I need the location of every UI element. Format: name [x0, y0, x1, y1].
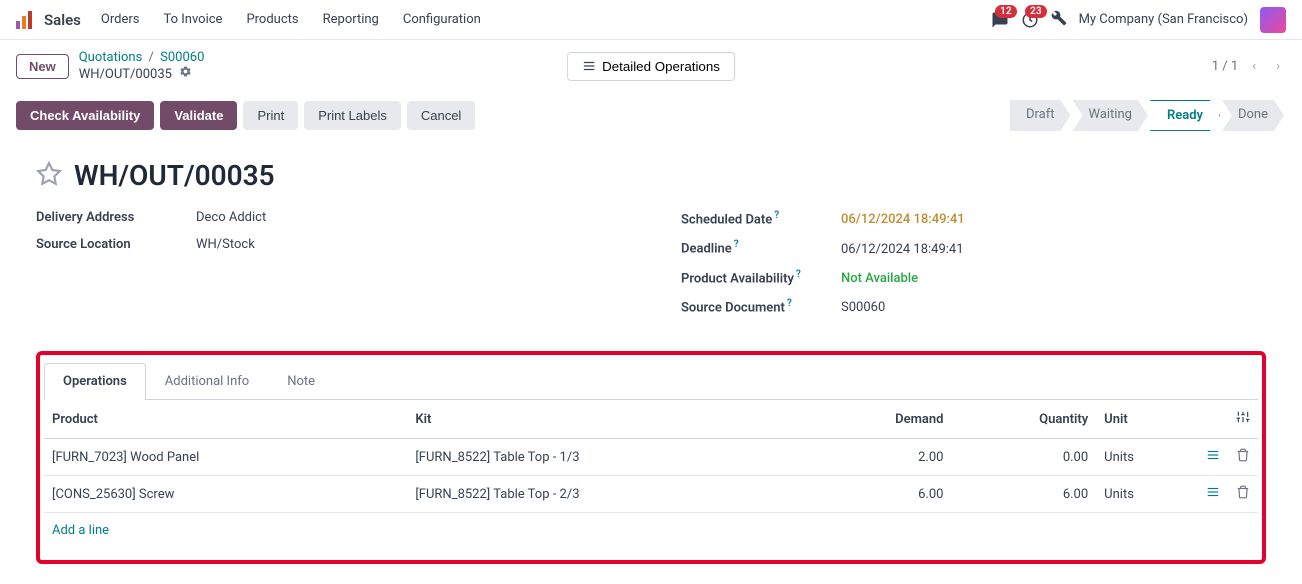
tab-additional-info[interactable]: Additional Info	[146, 363, 268, 399]
app-logo-icon	[16, 10, 36, 30]
detailed-operations-label: Detailed Operations	[602, 59, 720, 74]
tabs: Operations Additional Info Note	[44, 363, 1258, 400]
breadcrumb-sep: /	[149, 50, 154, 65]
status-ready[interactable]: Ready	[1150, 100, 1220, 131]
scheduled-date-value[interactable]: 06/12/2024 18:49:41	[841, 212, 965, 227]
col-unit: Unit	[1096, 400, 1198, 439]
nav-products[interactable]: Products	[246, 12, 298, 27]
tab-note[interactable]: Note	[268, 363, 334, 399]
trash-icon[interactable]	[1236, 488, 1250, 503]
nav-menu: Orders To Invoice Products Reporting Con…	[101, 12, 991, 27]
form-left: Delivery Address Deco Addict Source Loca…	[36, 210, 621, 327]
action-bar: Check Availability Validate Print Print …	[0, 92, 1302, 139]
cell-quantity[interactable]: 6.00	[951, 476, 1096, 513]
cell-kit[interactable]: [FURN_8522] Table Top - 1/3	[407, 439, 808, 476]
list-icon[interactable]	[1206, 488, 1220, 503]
user-avatar[interactable]	[1260, 7, 1286, 33]
topbar: Sales Orders To Invoice Products Reporti…	[0, 0, 1302, 40]
status-draft[interactable]: Draft	[1010, 100, 1071, 131]
pager-prev-icon[interactable]: ‹	[1246, 57, 1262, 76]
header-row: New Quotations / S00060 WH/OUT/00035 Det…	[0, 40, 1302, 92]
col-detail	[1198, 400, 1228, 439]
form-right: Scheduled Date? 06/12/2024 18:49:41 Dead…	[681, 210, 1266, 327]
cell-kit[interactable]: [FURN_8522] Table Top - 2/3	[407, 476, 808, 513]
breadcrumb-order[interactable]: S00060	[160, 50, 204, 65]
star-icon[interactable]	[36, 161, 62, 191]
pager-count: 1 / 1	[1212, 59, 1238, 74]
page-title: WH/OUT/00035	[74, 159, 275, 192]
check-availability-button[interactable]: Check Availability	[16, 101, 154, 130]
print-button[interactable]: Print	[243, 101, 298, 130]
company-selector[interactable]: My Company (San Francisco)	[1079, 12, 1248, 27]
pager: 1 / 1 ‹ ›	[1212, 57, 1286, 76]
delivery-address-value[interactable]: Deco Addict	[196, 210, 266, 225]
source-location-label: Source Location	[36, 237, 196, 252]
operations-panel: Operations Additional Info Note Product …	[36, 351, 1266, 564]
cell-demand[interactable]: 2.00	[808, 439, 951, 476]
availability-label: Product Availability?	[681, 269, 841, 286]
source-location-value[interactable]: WH/Stock	[196, 237, 255, 252]
nav-toinvoice[interactable]: To Invoice	[163, 12, 222, 27]
nav-configuration[interactable]: Configuration	[403, 12, 481, 27]
app-name[interactable]: Sales	[44, 11, 81, 29]
status-waiting[interactable]: Waiting	[1073, 100, 1148, 131]
nav-reporting[interactable]: Reporting	[323, 12, 379, 27]
messages-badge: 12	[995, 5, 1016, 18]
detailed-operations-button[interactable]: Detailed Operations	[567, 52, 735, 81]
validate-button[interactable]: Validate	[160, 101, 237, 130]
deadline-value[interactable]: 06/12/2024 18:49:41	[841, 242, 964, 257]
col-settings[interactable]	[1228, 400, 1258, 439]
cell-unit[interactable]: Units	[1096, 476, 1198, 513]
nav-orders[interactable]: Orders	[101, 12, 140, 27]
source-doc-value[interactable]: S00060	[841, 300, 885, 315]
cell-unit[interactable]: Units	[1096, 439, 1198, 476]
breadcrumb-quotations[interactable]: Quotations	[79, 50, 143, 65]
list-icon[interactable]	[1206, 451, 1220, 466]
title-row: WH/OUT/00035	[36, 159, 1266, 192]
deadline-label: Deadline?	[681, 239, 841, 256]
gear-icon[interactable]	[179, 67, 192, 82]
form-grid: Delivery Address Deco Addict Source Loca…	[36, 210, 1266, 327]
print-labels-button[interactable]: Print Labels	[304, 101, 401, 130]
pager-next-icon[interactable]: ›	[1270, 57, 1286, 76]
cancel-button[interactable]: Cancel	[407, 101, 475, 130]
col-product: Product	[44, 400, 407, 439]
status-flow: Draft Waiting Ready Done	[1010, 100, 1286, 131]
add-line-link[interactable]: Add a line	[44, 513, 117, 548]
activities-badge: 23	[1025, 5, 1046, 18]
new-button[interactable]: New	[16, 54, 69, 79]
status-done[interactable]: Done	[1222, 100, 1284, 131]
messages-icon[interactable]: 12	[991, 11, 1009, 29]
col-demand: Demand	[808, 400, 951, 439]
topbar-right: 12 23 My Company (San Francisco)	[991, 7, 1286, 33]
cell-quantity[interactable]: 0.00	[951, 439, 1096, 476]
operations-table: Product Kit Demand Quantity Unit [FURN_7…	[44, 400, 1258, 513]
availability-value: Not Available	[841, 271, 918, 286]
col-quantity: Quantity	[951, 400, 1096, 439]
table-row[interactable]: [FURN_7023] Wood Panel [FURN_8522] Table…	[44, 439, 1258, 476]
tools-icon[interactable]	[1051, 10, 1067, 30]
source-doc-label: Source Document?	[681, 298, 841, 315]
scheduled-date-label: Scheduled Date?	[681, 210, 841, 227]
activities-icon[interactable]: 23	[1021, 11, 1039, 29]
col-kit: Kit	[407, 400, 808, 439]
content: WH/OUT/00035 Delivery Address Deco Addic…	[0, 139, 1302, 584]
table-row[interactable]: [CONS_25630] Screw [FURN_8522] Table Top…	[44, 476, 1258, 513]
delivery-address-label: Delivery Address	[36, 210, 196, 225]
trash-icon[interactable]	[1236, 451, 1250, 466]
cell-demand[interactable]: 6.00	[808, 476, 951, 513]
cell-product[interactable]: [CONS_25630] Screw	[44, 476, 407, 513]
cell-product[interactable]: [FURN_7023] Wood Panel	[44, 439, 407, 476]
breadcrumb-current: WH/OUT/00035	[79, 67, 172, 82]
tab-operations[interactable]: Operations	[44, 363, 146, 400]
